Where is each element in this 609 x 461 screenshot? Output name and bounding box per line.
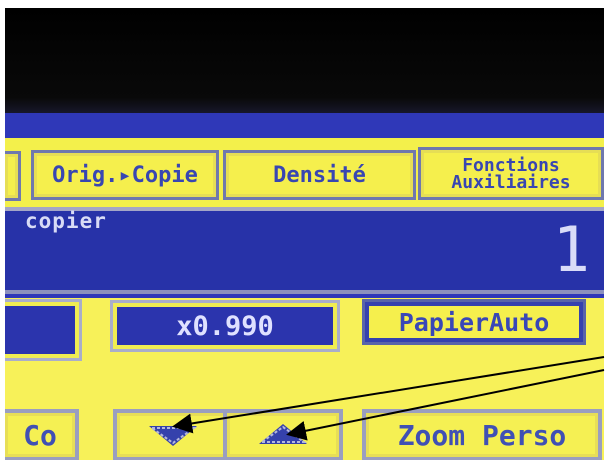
tab-auxiliary-functions-line1: Fonctions <box>462 154 560 176</box>
zoom-increase-button[interactable] <box>223 409 343 460</box>
custom-zoom-label: Zoom Perso <box>397 418 567 452</box>
dark-background <box>5 8 604 120</box>
zoom-ratio-field[interactable]: x0.990 <box>113 303 337 349</box>
paper-auto-label: PapierAuto <box>398 307 550 337</box>
tab-density-label: Densité <box>273 162 366 188</box>
triangle-up-icon <box>256 422 310 448</box>
tab-original-to-copy[interactable]: Orig.▸Copie <box>31 150 219 200</box>
tab-auxiliary-functions[interactable]: Fonctions Auxiliaires <box>418 147 604 200</box>
co-button-label: Co <box>23 418 57 452</box>
triangle-down-icon <box>146 422 200 448</box>
copier-display-photo: Orig.▸Copie Densité Fonctions Auxiliaire… <box>5 8 604 460</box>
tab-density[interactable]: Densité <box>223 150 416 200</box>
zoom-decrease-button[interactable] <box>113 409 233 460</box>
tab-auxiliary-functions-line2: Auxiliaires <box>451 171 571 193</box>
zoom-ratio-value: x0.990 <box>176 310 274 342</box>
tab-original-to-copy-label: Orig.▸Copie <box>52 162 198 188</box>
paper-auto-button[interactable]: PapierAuto <box>362 299 586 345</box>
left-tab-stub[interactable] <box>5 151 21 201</box>
left-value-field[interactable] <box>5 302 79 358</box>
copy-mode-label: copier <box>25 209 107 233</box>
copy-count: 1 <box>552 213 590 286</box>
tab-auxiliary-functions-label: Fonctions Auxiliaires <box>451 154 571 193</box>
custom-zoom-button[interactable]: Zoom Perso <box>362 409 602 460</box>
co-button[interactable]: Co <box>5 409 79 460</box>
